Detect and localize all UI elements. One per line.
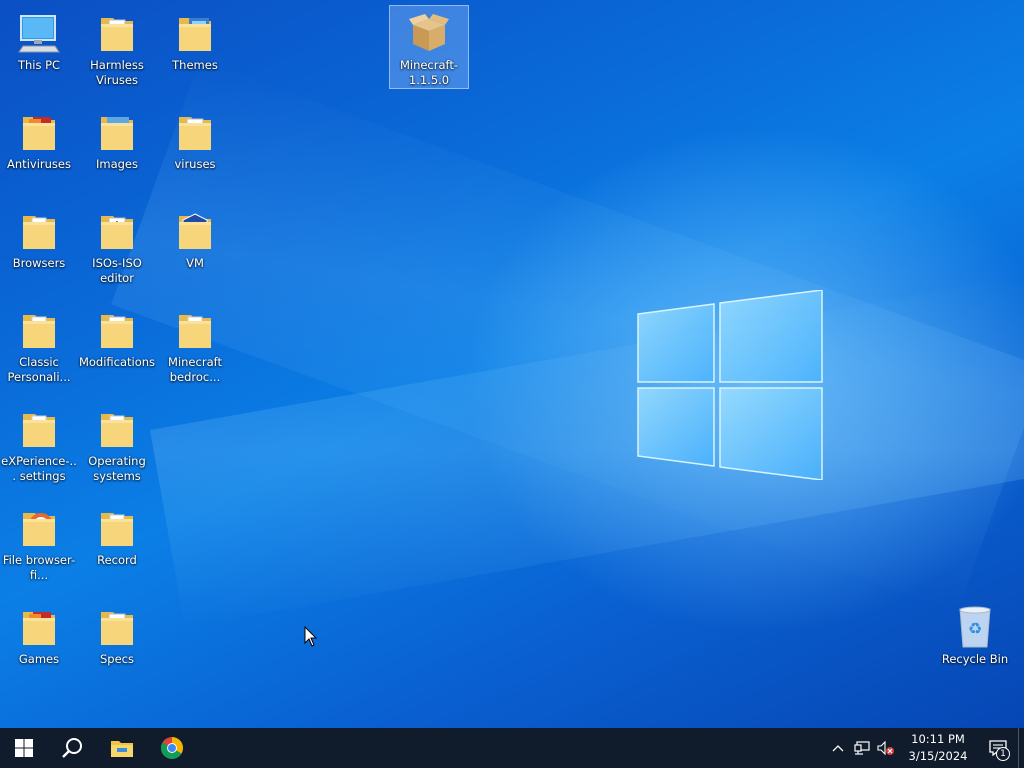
clock-time: 10:11 PM [911, 732, 965, 746]
desktop-icon-label: Themes [172, 58, 218, 72]
desktop-icon-minecraft[interactable]: Minecraft-1.1.5.0 [389, 5, 469, 89]
desktop-icon-label: ISOs-ISO editor [92, 256, 142, 285]
folder-icon [93, 109, 141, 155]
folder-icon [111, 741, 133, 757]
folder-icon [171, 109, 219, 155]
desktop-icon-games[interactable]: Games [0, 600, 78, 667]
search-icon [62, 738, 82, 758]
desktop-icon-this-pc[interactable]: This PC [0, 6, 78, 73]
file-explorer-button[interactable] [98, 728, 146, 768]
folder-icon [15, 604, 63, 650]
folder-icon [93, 10, 141, 56]
desktop-icon-recycle-bin[interactable]: ♻ Recycle Bin [936, 600, 1014, 667]
desktop-icon-record[interactable]: Record [78, 501, 156, 568]
desktop-icon-modifications[interactable]: Modifications [78, 303, 156, 370]
desktop-icon-label: VM [186, 256, 204, 270]
search-button[interactable] [48, 728, 96, 768]
desktop-icon-label: eXPerience-... settings [1, 454, 77, 483]
desktop-icon-browsers[interactable]: Browsers [0, 204, 78, 271]
desktop-icon-vm[interactable]: VM [156, 204, 234, 271]
desktop-icon-specs[interactable]: Specs [78, 600, 156, 667]
folder-icon [15, 208, 63, 254]
network-icon [854, 741, 870, 755]
volume-muted-icon [877, 741, 894, 755]
desktop-icon-label: Antiviruses [7, 157, 71, 171]
folder-icon [15, 406, 63, 452]
folder-icon [15, 307, 63, 353]
desktop-icon-label: Browsers [12, 256, 66, 270]
clock[interactable]: 10:11 PM 3/15/2024 [898, 731, 978, 765]
desktop-icon-images[interactable]: Images [78, 105, 156, 172]
desktop-icon-label: Games [18, 652, 60, 666]
desktop-icon-label: Images [95, 157, 138, 171]
desktop-icon-antiviruses[interactable]: Antiviruses [0, 105, 78, 172]
desktop-icon-label: Recycle Bin [941, 652, 1009, 666]
folder-icon [171, 10, 219, 56]
volume-button[interactable] [874, 728, 898, 768]
desktop-icon-isos[interactable]: ISOs-ISO editor [78, 204, 156, 286]
folder-icon [93, 505, 141, 551]
show-desktop-button[interactable] [1018, 728, 1024, 768]
show-hidden-icons-button[interactable] [826, 728, 850, 768]
folder-icon [93, 604, 141, 650]
desktop-icon-themes[interactable]: Themes [156, 6, 234, 73]
recycle-bin-icon: ♻ [951, 604, 999, 650]
desktop-icon-label: Record [97, 553, 137, 567]
desktop-icon-label: viruses [174, 157, 216, 171]
desktop-icon-harmless-viruses[interactable]: Harmless Viruses [78, 6, 156, 88]
desktop-icon-label: Minecraft-1.1.5.0 [399, 58, 459, 87]
folder-icon [15, 505, 63, 551]
desktop-icon-minecraft-bedrock[interactable]: Minecraft bedroc... [156, 303, 234, 385]
folder-icon [171, 208, 219, 254]
desktop-icon-label: Harmless Viruses [90, 58, 144, 87]
folder-icon [171, 307, 219, 353]
desktop-icon-label: Classic Personali... [7, 355, 71, 384]
notification-count-badge: 1 [996, 747, 1010, 761]
desktop-icon-classic-personalization[interactable]: Classic Personali... [0, 303, 78, 385]
desktop-icon-label: Modifications [78, 355, 156, 369]
folder-icon [93, 208, 141, 254]
folder-icon [93, 406, 141, 452]
desktop-icon-viruses[interactable]: viruses [156, 105, 234, 172]
action-center-button[interactable]: 1 [978, 728, 1018, 768]
desktop-icon-operating-systems[interactable]: Operating systems [78, 402, 156, 484]
desktop-icon-label: Operating systems [88, 454, 146, 483]
package-icon [405, 10, 453, 56]
windows-logo-wallpaper [637, 290, 823, 480]
computer-icon [15, 10, 63, 56]
folder-icon [93, 307, 141, 353]
taskbar: 10:11 PM 3/15/2024 1 [0, 728, 1024, 768]
system-tray: 10:11 PM 3/15/2024 1 [826, 728, 1024, 768]
desktop-icon-label: Specs [100, 652, 134, 666]
start-button[interactable] [0, 728, 48, 768]
chrome-button[interactable] [148, 728, 196, 768]
desktop-icon-experience-settings[interactable]: eXPerience-... settings [0, 402, 78, 484]
desktop-icon-label: This PC [17, 58, 61, 72]
desktop-icon-file-browser[interactable]: File browser-fi... [0, 501, 78, 583]
folder-icon [15, 109, 63, 155]
svg-text:♻: ♻ [968, 619, 982, 638]
desktop-icon-label: Minecraft bedroc... [168, 355, 222, 384]
chrome-icon [161, 737, 183, 759]
clock-date: 3/15/2024 [908, 749, 968, 763]
mouse-cursor-icon [304, 626, 318, 647]
desktop[interactable]: This PC Harmless Viruses Themes Minecraft-1… [0, 0, 1024, 728]
desktop-icon-label: File browser-fi... [2, 553, 76, 582]
windows-icon [15, 739, 33, 757]
network-button[interactable] [850, 728, 874, 768]
chevron-up-icon [832, 745, 844, 752]
